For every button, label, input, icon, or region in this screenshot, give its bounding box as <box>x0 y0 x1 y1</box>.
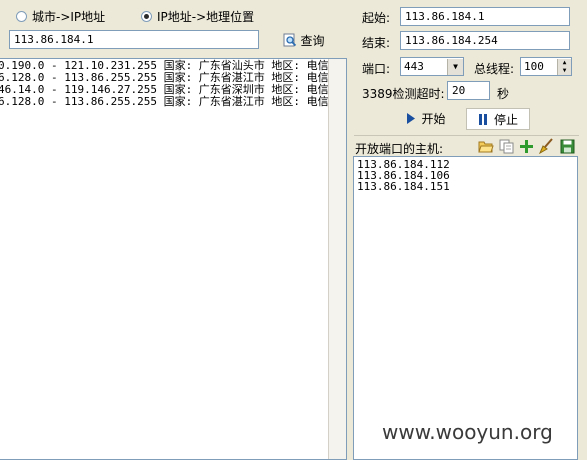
query-button-label: 查询 <box>300 33 325 48</box>
radio-ip-to-geo-label: IP地址->地理位置 <box>157 10 255 24</box>
radio-city-to-ip-dot[interactable] <box>16 11 27 22</box>
stop-button-label: 停止 <box>493 112 518 127</box>
section-divider <box>354 135 587 136</box>
port-label: 端口: <box>362 62 391 76</box>
port-select-value: 443 <box>404 60 424 73</box>
timeout-label: 3389检测超时: <box>362 87 445 101</box>
clear-brush-icon[interactable] <box>538 138 554 154</box>
spin-up-icon[interactable]: ▲ <box>557 58 571 67</box>
radio-city-to-ip-label: 城市->IP地址 <box>32 10 106 24</box>
start-ip-label: 起始: <box>362 11 391 25</box>
folder-open-icon[interactable] <box>478 139 494 154</box>
ip-query-input[interactable]: 113.86.184.1 <box>9 30 259 49</box>
search-icon <box>283 33 297 47</box>
pause-icon <box>478 113 488 125</box>
timeout-unit: 秒 <box>497 87 510 101</box>
chevron-down-icon[interactable]: ▼ <box>447 58 463 75</box>
open-hosts-list[interactable]: 113.86.184.112 113.86.184.106 113.86.184… <box>353 156 578 460</box>
results-scrollbar[interactable] <box>328 59 346 459</box>
watermark-text: www.wooyun.org <box>382 420 553 444</box>
threads-label: 总线程: <box>474 62 515 76</box>
radio-ip-to-geo-dot[interactable] <box>141 11 152 22</box>
add-icon[interactable] <box>519 139 534 154</box>
threads-spinner-value: 100 <box>524 60 544 73</box>
radio-city-to-ip[interactable]: 城市->IP地址 <box>16 8 105 25</box>
timeout-input[interactable]: 20 <box>447 81 490 100</box>
spin-down-icon[interactable]: ▼ <box>557 66 571 75</box>
query-button[interactable]: 查询 <box>280 30 328 50</box>
host-row[interactable]: 113.86.184.151 <box>357 181 574 192</box>
port-select[interactable]: 443 ▼ <box>400 57 464 76</box>
result-row[interactable]: 6.128.0 - 113.86.255.255 国家: 广东省湛江市 地区: … <box>0 96 346 108</box>
start-button[interactable]: 开始 <box>396 108 456 129</box>
results-list[interactable]: 0.190.0 - 121.10.231.255 国家: 广东省汕头市 地区: … <box>0 58 347 460</box>
start-button-label: 开始 <box>421 112 446 126</box>
window-edge <box>579 0 587 460</box>
open-hosts-label: 开放端口的主机: <box>355 142 444 156</box>
save-icon[interactable] <box>560 139 575 154</box>
start-ip-input[interactable]: 113.86.184.1 <box>400 7 570 26</box>
play-icon <box>406 113 416 124</box>
end-ip-input[interactable]: 113.86.184.254 <box>400 31 570 50</box>
stop-button[interactable]: 停止 <box>466 108 530 130</box>
end-ip-label: 结束: <box>362 36 391 50</box>
threads-spinner[interactable]: 100 ▲ ▼ <box>520 57 572 76</box>
copy-icon[interactable] <box>499 139 514 154</box>
radio-ip-to-geo[interactable]: IP地址->地理位置 <box>141 8 254 25</box>
